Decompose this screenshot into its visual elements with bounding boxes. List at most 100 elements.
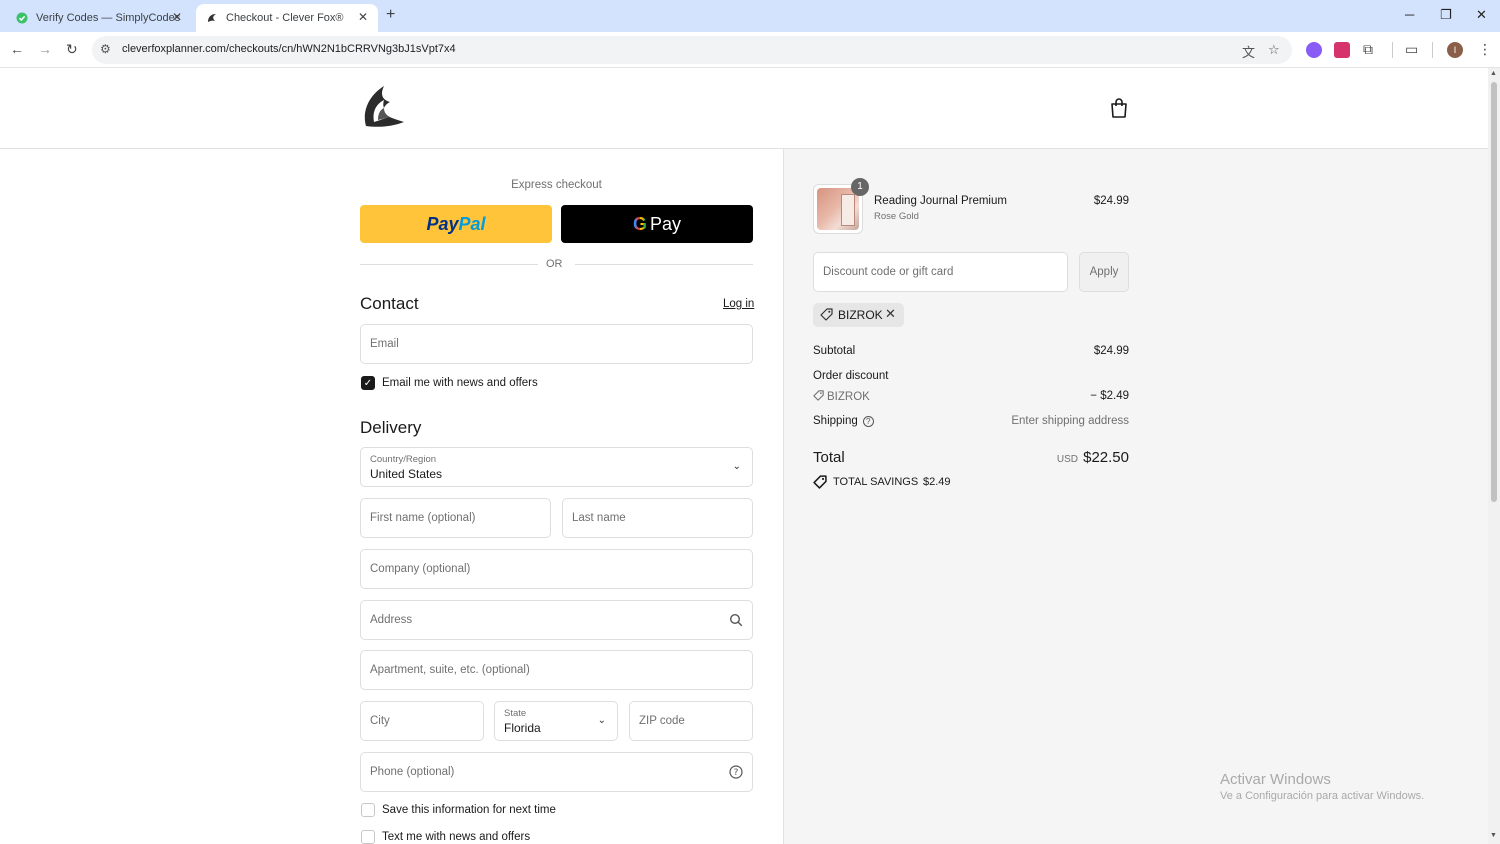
or-divider-right	[575, 264, 753, 265]
simplycodes-favicon-icon	[16, 12, 28, 24]
address-field[interactable]: Address	[360, 600, 753, 640]
remove-discount-icon[interactable]: ✕	[885, 306, 896, 322]
order-discount-label: Order discount	[813, 370, 889, 382]
profile-avatar[interactable]: I	[1447, 42, 1463, 58]
menu-kebab-icon[interactable]: ⋮	[1478, 41, 1492, 58]
or-text: OR	[546, 258, 563, 270]
tab-title: Verify Codes — SimplyCodes	[36, 12, 181, 24]
or-divider-left	[360, 264, 538, 265]
extension-purple-icon[interactable]	[1306, 42, 1322, 58]
tab-title: Checkout - Clever Fox®	[226, 12, 344, 24]
clever-fox-logo[interactable]	[360, 82, 406, 132]
discount-code-input[interactable]: Discount code or gift card	[813, 252, 1068, 292]
shipping-value: Enter shipping address	[1011, 415, 1129, 427]
applied-discount-chip: BIZROK ✕	[813, 303, 904, 327]
toolbar-divider	[1392, 42, 1393, 58]
state-select[interactable]: State Florida ⌄	[494, 701, 618, 741]
discount-placeholder: Discount code or gift card	[823, 266, 954, 278]
savings-tag-icon	[813, 475, 827, 489]
scroll-up-arrow-icon[interactable]: ▲	[1490, 70, 1497, 77]
country-select[interactable]: Country/Region United States ⌄	[360, 447, 753, 487]
last-name-field[interactable]: Last name	[562, 498, 753, 538]
company-field[interactable]: Company (optional)	[360, 549, 753, 589]
discount-code-text: BIZROK	[827, 391, 870, 403]
total-savings-value: $2.49	[923, 476, 951, 488]
translate-icon[interactable]: 文	[1242, 42, 1255, 61]
text-me-label: Text me with news and offers	[382, 831, 531, 843]
toolbar-divider	[1432, 42, 1433, 58]
product-variant: Rose Gold	[874, 211, 919, 222]
close-tab-icon[interactable]: ✕	[358, 10, 368, 24]
text-me-checkbox[interactable]	[361, 830, 375, 844]
scroll-down-arrow-icon[interactable]: ▼	[1490, 832, 1497, 839]
email-field[interactable]: Email	[360, 324, 753, 364]
windows-activation-title: Activar Windows	[1220, 771, 1331, 788]
chevron-down-icon: ⌄	[732, 461, 741, 472]
help-circle-icon[interactable]: ?	[729, 765, 743, 779]
address-bar[interactable]: ⚙ cleverfoxplanner.com/checkouts/cn/hWN2…	[92, 36, 1292, 64]
paypal-button[interactable]: Pay Pal	[360, 205, 552, 243]
extensions-puzzle-icon[interactable]: ⧉	[1363, 41, 1373, 58]
google-pay-button[interactable]: G Pay	[561, 205, 753, 243]
zip-placeholder: ZIP code	[639, 715, 685, 727]
state-value: Florida	[504, 721, 541, 735]
windows-activation-subtitle: Ve a Configuración para activar Windows.	[1220, 790, 1425, 802]
shipping-row: Shipping?	[813, 415, 874, 427]
shipping-label: Shipping	[813, 415, 858, 427]
discount-value: − $2.49	[1090, 390, 1129, 402]
quantity-badge: 1	[851, 178, 869, 196]
total-label: Total	[813, 449, 845, 466]
first-name-field[interactable]: First name (optional)	[360, 498, 551, 538]
close-window-icon[interactable]: ✕	[1476, 7, 1487, 23]
url-text: cleverfoxplanner.com/checkouts/cn/hWN2N1…	[122, 43, 456, 55]
restore-icon[interactable]: ❐	[1440, 7, 1452, 23]
news-offers-checkbox[interactable]: ✓	[361, 376, 375, 390]
svg-text:?: ?	[734, 768, 739, 778]
product-name: Reading Journal Premium	[874, 195, 1007, 207]
apartment-placeholder: Apartment, suite, etc. (optional)	[370, 664, 530, 676]
city-field[interactable]: City	[360, 701, 484, 741]
tab-checkout[interactable]: Checkout - Clever Fox® ✕	[196, 4, 378, 32]
country-value: United States	[370, 467, 443, 481]
country-label: Country/Region	[370, 454, 437, 465]
forward-arrow-icon[interactable]: →	[38, 41, 52, 57]
address-placeholder: Address	[370, 614, 413, 626]
reload-icon[interactable]: ↻	[66, 41, 78, 58]
back-arrow-icon[interactable]: ←	[10, 41, 24, 57]
shopping-bag-icon[interactable]	[1110, 98, 1128, 118]
apply-button[interactable]: Apply	[1079, 252, 1129, 292]
phone-field[interactable]: Phone (optional) ?	[360, 752, 753, 792]
first-name-placeholder: First name (optional)	[370, 512, 476, 524]
site-settings-icon[interactable]: ⚙	[100, 42, 111, 56]
applied-code-text: BIZROK	[838, 308, 883, 322]
delivery-heading: Delivery	[360, 418, 422, 437]
browser-toolbar: ← → ↻ ⚙ cleverfoxplanner.com/checkouts/c…	[0, 32, 1500, 68]
paypal-text-1: Pay	[426, 213, 459, 234]
zip-code-field[interactable]: ZIP code	[629, 701, 753, 741]
search-icon	[729, 613, 743, 627]
product-image	[817, 188, 859, 230]
company-placeholder: Company (optional)	[370, 563, 471, 575]
new-tab-icon[interactable]: +	[386, 6, 395, 24]
paypal-text-2: Pal	[458, 213, 486, 234]
clever-fox-favicon-icon	[206, 12, 218, 24]
google-g-icon: G	[632, 213, 647, 234]
tab-simplycodes[interactable]: Verify Codes — SimplyCodes ✕	[6, 4, 192, 32]
subtotal-value: $24.99	[1093, 345, 1129, 357]
apartment-field[interactable]: Apartment, suite, etc. (optional)	[360, 650, 753, 690]
page-scrollbar[interactable]: ▲ ▼	[1488, 68, 1500, 844]
side-panel-icon[interactable]: ▭	[1405, 41, 1418, 58]
bookmark-star-icon[interactable]: ☆	[1268, 42, 1280, 58]
extension-shield-icon[interactable]	[1334, 42, 1350, 58]
scrollbar-thumb[interactable]	[1491, 82, 1497, 502]
subtotal-label: Subtotal	[813, 345, 856, 357]
save-info-checkbox[interactable]	[361, 803, 375, 817]
gpay-label: Pay	[649, 213, 682, 234]
total-savings-row: TOTAL SAVINGS $2.49	[813, 475, 951, 492]
news-offers-label: Email me with news and offers	[382, 377, 538, 389]
city-placeholder: City	[370, 715, 390, 727]
close-tab-icon[interactable]: ✕	[172, 10, 182, 24]
shipping-help-icon[interactable]: ?	[862, 416, 874, 427]
log-in-link[interactable]: Log in	[723, 298, 754, 310]
minimize-icon[interactable]: ─	[1405, 7, 1414, 22]
